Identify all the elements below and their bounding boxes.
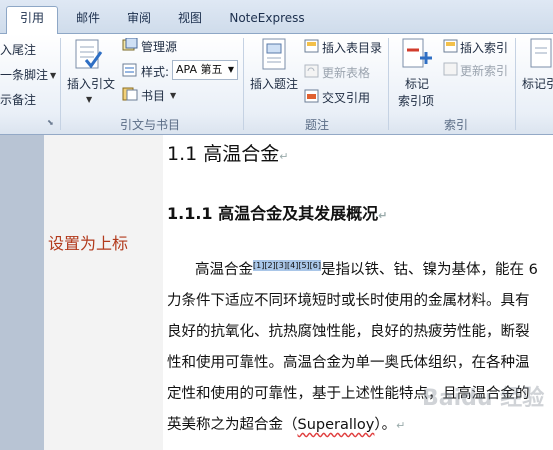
tab-references[interactable]: 引用 [6, 6, 58, 35]
mark-citation-button[interactable]: 标记引 [522, 75, 553, 92]
paragraph-mark: ↵ [396, 419, 406, 432]
heading-2-text: 1.1.1 高温合金及其发展概况 [167, 204, 379, 223]
chevron-down-icon[interactable]: ▼ [50, 71, 56, 80]
insert-table-of-figures-button[interactable]: 插入表目录 [322, 39, 382, 56]
body-line-1[interactable]: 高温合金[1][2][3][4][5][6]是指以铁、钴、镍为基体，能在 6 [195, 258, 538, 279]
paragraph-mark: ↵ [378, 209, 388, 222]
insert-citation-button[interactable]: 插入引文 [67, 75, 115, 92]
body-line-6[interactable]: 英美称之为超合金（Superalloy）。↵ [167, 413, 405, 434]
body-line-4[interactable]: 性和使用可靠性。高温合金为单一奥氏体组织，在各种温 [167, 351, 530, 372]
update-table-icon [304, 64, 319, 78]
insert-endnote-button[interactable]: 入尾注 [0, 41, 36, 58]
bibliography-icon [122, 87, 138, 101]
body-line-2[interactable]: 力条件下适应不同环境短时或长时使用的金属材料。具有 [167, 289, 530, 310]
page-margin [44, 135, 163, 450]
captions-group-label: 题注 [305, 118, 330, 132]
insert-index-button[interactable]: 插入索引 [460, 39, 508, 56]
cross-reference-icon [304, 89, 319, 103]
tab-noteexpress[interactable]: NoteExpress [222, 7, 312, 34]
cross-reference-button[interactable]: 交叉引用 [322, 89, 370, 106]
tab-review[interactable]: 审阅 [117, 7, 161, 34]
chevron-down-icon[interactable]: ▼ [170, 91, 176, 100]
chevron-down-icon[interactable]: ▼ [86, 95, 92, 104]
dialog-launcher-icon[interactable]: ⬊ [47, 118, 54, 127]
ribbon-tab-bar: 引用 邮件 审阅 视图 NoteExpress [0, 0, 553, 35]
update-table-button[interactable]: 更新表格 [322, 64, 370, 81]
chevron-down-icon: ▼ [227, 65, 234, 74]
update-index-icon [443, 62, 458, 76]
spellcheck-word[interactable]: Superalloy [298, 417, 375, 433]
next-footnote-button[interactable]: 一条脚注 [0, 66, 48, 83]
margin-annotation: 设置为上标 [48, 234, 129, 253]
body-text: 英美称之为超合金（ [167, 417, 298, 433]
citations-group-label: 引文与书目 [120, 118, 181, 132]
table-of-figures-icon [304, 39, 319, 53]
body-text: ）。 [374, 417, 397, 433]
heading-1[interactable]: 1.1 高温合金↵ [167, 139, 288, 166]
tab-view[interactable]: 视图 [168, 7, 212, 34]
ribbon-panel: 入尾注 一条脚注 ▼ 示备注 ⬊ 插入引文 ▼ 管理源 样式: APA 第五 ▼… [0, 34, 553, 135]
insert-index-icon [443, 39, 458, 53]
body-text: 高温合金 [195, 262, 253, 278]
citation-style-value: APA 第五 [176, 63, 223, 76]
insert-caption-button[interactable]: 插入题注 [250, 75, 298, 92]
insert-citation-icon[interactable] [72, 38, 106, 74]
show-notes-button[interactable]: 示备注 [0, 91, 36, 108]
tab-mailings[interactable]: 邮件 [66, 7, 110, 34]
index-group-label: 索引 [444, 118, 469, 132]
style-label: 样式: [141, 65, 170, 79]
citation-style-select[interactable]: APA 第五 ▼ [172, 60, 238, 80]
heading-2[interactable]: 1.1.1 高温合金及其发展概况↵ [167, 200, 387, 224]
body-line-3[interactable]: 良好的抗氧化、抗热腐蚀性能，良好的热疲劳性能，断裂 [167, 320, 530, 341]
style-icon [122, 63, 137, 77]
insert-caption-icon[interactable] [260, 38, 288, 72]
mark-citation-icon[interactable] [528, 38, 553, 72]
update-index-button[interactable]: 更新索引 [460, 62, 508, 79]
body-text: 是指以铁、钴、镍为基体，能在 6 [321, 262, 538, 278]
manage-sources-button[interactable]: 管理源 [141, 38, 177, 55]
mark-entry-label-2[interactable]: 索引项 [398, 92, 434, 109]
paragraph-mark: ↵ [279, 150, 289, 163]
heading-1-text: 1.1 高温合金 [167, 143, 280, 165]
manage-sources-icon [122, 38, 138, 51]
citation-superscript[interactable]: [1][2][3][4][5][6] [253, 260, 321, 272]
mark-entry-label-1[interactable]: 标记 [405, 75, 429, 92]
watermark: Baidu 经验 [422, 386, 545, 411]
mark-entry-icon[interactable] [400, 38, 434, 72]
bibliography-button[interactable]: 书目 [141, 87, 165, 104]
